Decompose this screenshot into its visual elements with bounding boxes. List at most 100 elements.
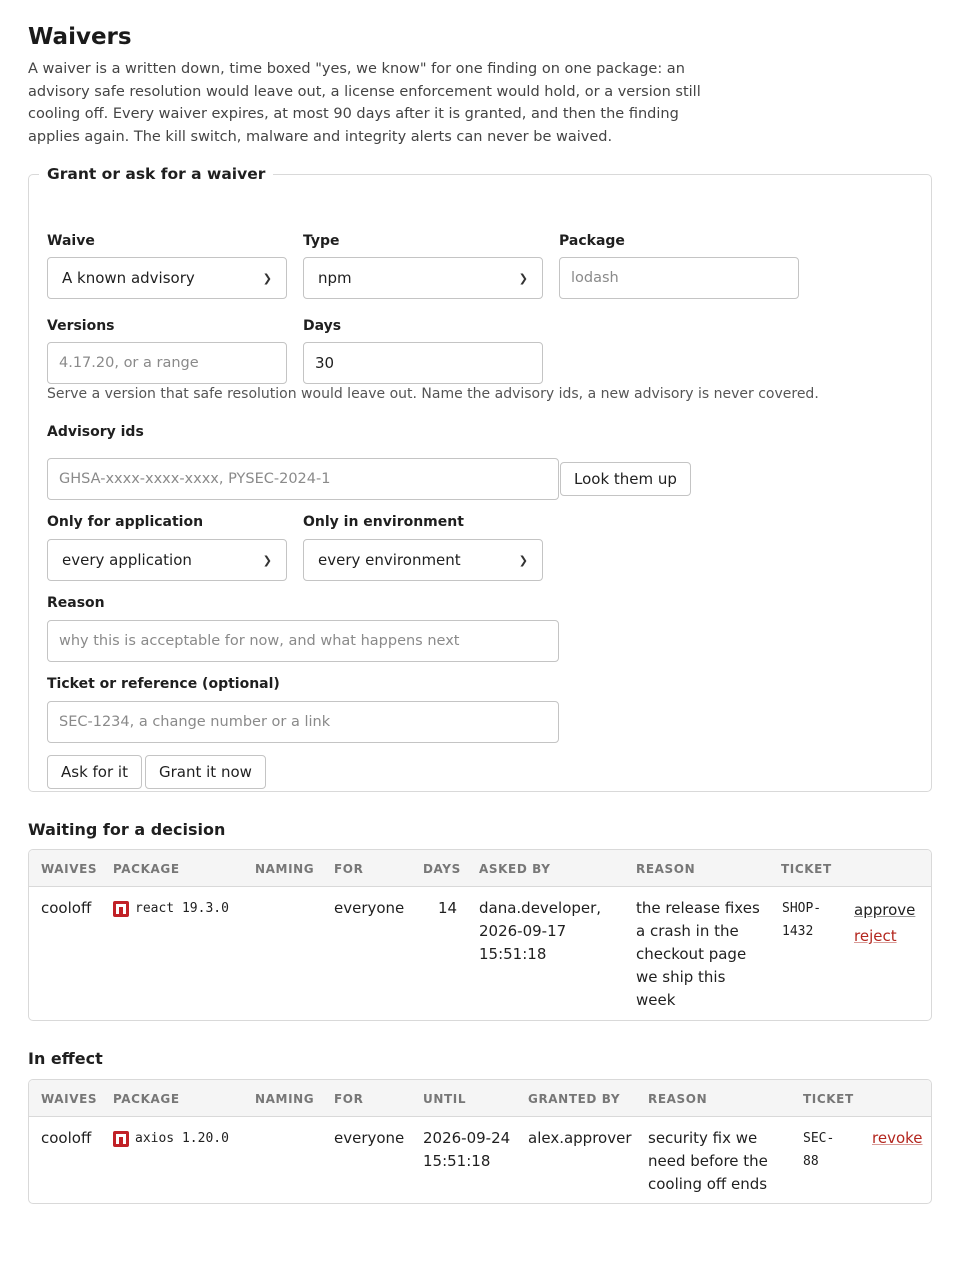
granted-by-cell: alex.approver [528, 1129, 632, 1147]
reason-line: need before the [648, 1152, 768, 1170]
waives-cell: cooloff [41, 899, 92, 917]
ticket-label: Ticket or reference (optional) [47, 676, 280, 692]
column-header: UNTIL [423, 1092, 467, 1106]
environment-select[interactable]: every environment ❯ [303, 539, 543, 581]
package-input[interactable]: lodash [559, 257, 799, 299]
asked-by-user: dana.developer, [479, 899, 602, 917]
asked-by-date: 2026-09-17 [479, 922, 567, 940]
column-header: NAMING [255, 862, 315, 876]
package-cell: react 19.3.0 [113, 897, 229, 920]
npm-icon [113, 900, 129, 917]
waive-select-value: A known advisory [62, 269, 195, 287]
package-name: react 19.3.0 [135, 901, 229, 916]
column-header: REASON [636, 862, 696, 876]
chevron-down-icon: ❯ [262, 271, 272, 285]
look-them-up-button[interactable]: Look them up [560, 462, 691, 496]
package-label: Package [559, 233, 625, 249]
page-title: Waivers [28, 24, 132, 50]
waive-hint: Serve a version that safe resolution wou… [47, 386, 819, 402]
column-header: TICKET [781, 862, 832, 876]
column-header: TICKET [803, 1092, 854, 1106]
reject-link[interactable]: reject [854, 927, 897, 945]
reason-line: cooling off ends [648, 1175, 768, 1193]
reason-input[interactable]: why this is acceptable for now, and what… [47, 620, 559, 662]
reason-label: Reason [47, 595, 105, 611]
days-value: 30 [315, 354, 335, 372]
pending-table: WAIVES PACKAGE NAMING FOR DAYS ASKED BY … [28, 849, 932, 1021]
active-table-header: WAIVES PACKAGE NAMING FOR UNTIL GRANTED … [29, 1080, 931, 1117]
versions-placeholder: 4.17.20, or a range [59, 355, 199, 371]
ticket-cell: SHOP- 1432 [782, 897, 821, 943]
column-header: WAIVES [41, 862, 98, 876]
advisory-ids-label: Advisory ids [47, 424, 144, 440]
waive-label: Waive [47, 233, 95, 249]
ticket-input[interactable]: SEC-1234, a change number or a link [47, 701, 559, 743]
ticket-line: SEC- [803, 1131, 835, 1146]
column-header: ASKED BY [479, 862, 551, 876]
ticket-cell: SEC- 88 [803, 1127, 834, 1173]
waive-select[interactable]: A known advisory ❯ [47, 257, 287, 299]
until-time: 15:51:18 [423, 1152, 491, 1170]
package-name: axios 1.20.0 [135, 1131, 229, 1146]
advisory-ids-placeholder: GHSA-xxxx-xxxx-xxxx, PYSEC-2024-1 [59, 471, 331, 487]
chevron-down-icon: ❯ [262, 553, 272, 567]
reason-line: security fix we [648, 1129, 758, 1147]
waives-cell: cooloff [41, 1129, 92, 1147]
active-heading: In effect [28, 1049, 103, 1068]
package-cell: axios 1.20.0 [113, 1127, 229, 1150]
environment-select-value: every environment [318, 551, 461, 569]
advisory-ids-input[interactable]: GHSA-xxxx-xxxx-xxxx, PYSEC-2024-1 [47, 458, 559, 500]
days-label: Days [303, 318, 342, 334]
page-intro: A waiver is a written down, time boxed "… [28, 61, 701, 145]
asked-by-cell: dana.developer, 2026-09-17 15:51:18 [479, 897, 601, 966]
column-header: GRANTED BY [528, 1092, 621, 1106]
ticket-line: 1432 [782, 924, 814, 939]
versions-label: Versions [47, 318, 115, 334]
type-select[interactable]: npm ❯ [303, 257, 543, 299]
versions-input[interactable]: 4.17.20, or a range [47, 342, 287, 384]
waiver-form: Grant or ask for a waiver Waive A known … [28, 165, 932, 792]
actions-cell: revoke [872, 1127, 923, 1150]
pending-table-header: WAIVES PACKAGE NAMING FOR DAYS ASKED BY … [29, 850, 931, 887]
for-cell: everyone [334, 1129, 405, 1147]
reason-placeholder: why this is acceptable for now, and what… [59, 633, 460, 649]
reason-cell: security fix we need before the cooling … [648, 1127, 768, 1196]
until-date: 2026-09-24 [423, 1129, 511, 1147]
revoke-link[interactable]: revoke [872, 1129, 923, 1147]
approve-link[interactable]: approve [854, 901, 915, 919]
application-select[interactable]: every application ❯ [47, 539, 287, 581]
reason-line: the release fixes [636, 899, 760, 917]
ask-for-it-button[interactable]: Ask for it [47, 755, 142, 789]
column-header: REASON [648, 1092, 708, 1106]
days-cell: 14 [438, 899, 458, 917]
active-table: WAIVES PACKAGE NAMING FOR UNTIL GRANTED … [28, 1079, 932, 1204]
reason-cell: the release fixes a crash in the checkou… [636, 897, 760, 1012]
environment-label: Only in environment [303, 514, 464, 530]
chevron-down-icon: ❯ [518, 553, 528, 567]
application-select-value: every application [62, 551, 192, 569]
ticket-line: SHOP- [782, 901, 822, 916]
days-input[interactable]: 30 [303, 342, 543, 384]
npm-icon [113, 1130, 129, 1147]
form-legend: Grant or ask for a waiver [47, 165, 266, 183]
grant-it-now-button[interactable]: Grant it now [145, 755, 266, 789]
pending-heading: Waiting for a decision [28, 820, 226, 839]
column-header: PACKAGE [113, 862, 180, 876]
reason-line: checkout page [636, 945, 747, 963]
reason-line: we ship this [636, 968, 726, 986]
ticket-placeholder: SEC-1234, a change number or a link [59, 714, 331, 730]
actions-cell: approve reject [854, 897, 915, 949]
package-placeholder: lodash [571, 270, 619, 286]
chevron-down-icon: ❯ [518, 271, 528, 285]
ticket-line: 88 [803, 1154, 819, 1169]
column-header: NAMING [255, 1092, 315, 1106]
reason-line: week [636, 991, 676, 1009]
application-label: Only for application [47, 514, 204, 530]
column-header: WAIVES [41, 1092, 98, 1106]
for-cell: everyone [334, 899, 405, 917]
type-label: Type [303, 233, 340, 249]
column-header: FOR [334, 1092, 364, 1106]
column-header: PACKAGE [113, 1092, 180, 1106]
until-cell: 2026-09-24 15:51:18 [423, 1127, 510, 1173]
reason-line: a crash in the [636, 922, 739, 940]
